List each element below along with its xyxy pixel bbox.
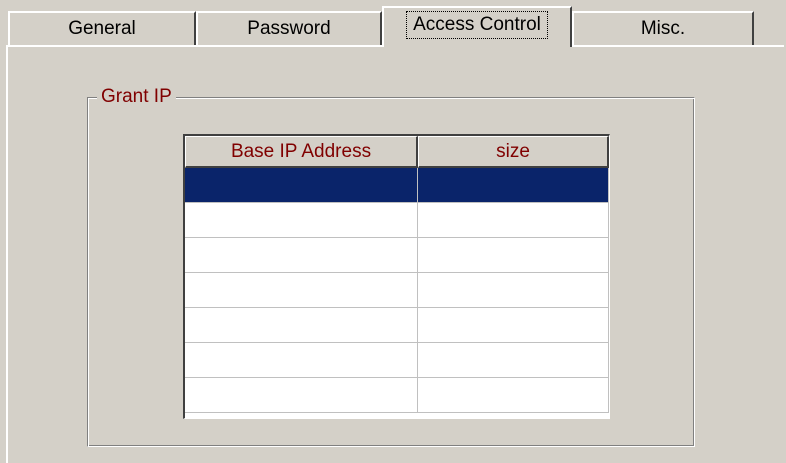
column-header-size[interactable]: size [418,136,609,168]
cell-base-ip-address[interactable] [185,308,418,343]
table-row[interactable] [185,203,609,238]
table-row[interactable] [185,378,609,413]
tab-misc-label: Misc. [640,18,686,39]
grant-ip-groupbox: Grant IP Base IP Address size [87,85,695,447]
tab-general-label: General [68,18,136,39]
tab-misc[interactable]: Misc. [572,11,754,45]
cell-base-ip-address[interactable] [185,203,418,238]
table-row[interactable] [185,273,609,308]
tab-access-control[interactable]: Access Control [382,6,572,47]
cell-base-ip-address[interactable] [185,273,418,308]
cell-size[interactable] [418,203,609,238]
table-row[interactable] [185,238,609,273]
tab-general[interactable]: General [8,11,196,45]
cell-size[interactable] [418,308,609,343]
cell-base-ip-address[interactable] [185,378,418,413]
table-row[interactable] [185,343,609,378]
tab-access-control-label: Access Control [406,11,548,39]
grant-ip-list[interactable]: Base IP Address size [183,134,610,419]
access-control-panel: Grant IP Base IP Address size [6,45,784,463]
grant-ip-title: Grant IP [97,85,176,109]
cell-size[interactable] [418,343,609,378]
cell-size[interactable] [418,168,609,203]
cell-base-ip-address[interactable] [185,168,418,203]
cell-base-ip-address[interactable] [185,238,418,273]
column-header-base-ip-address[interactable]: Base IP Address [185,136,418,168]
tab-password-label: Password [247,18,331,39]
tab-strip: General Password Access Control Misc. [0,0,786,47]
cell-size[interactable] [418,273,609,308]
tab-password[interactable]: Password [196,11,382,45]
grant-ip-list-header: Base IP Address size [185,136,609,168]
table-row-selected[interactable] [185,168,609,203]
table-row[interactable] [185,308,609,343]
cell-base-ip-address[interactable] [185,343,418,378]
cell-size[interactable] [418,378,609,413]
cell-size[interactable] [418,238,609,273]
